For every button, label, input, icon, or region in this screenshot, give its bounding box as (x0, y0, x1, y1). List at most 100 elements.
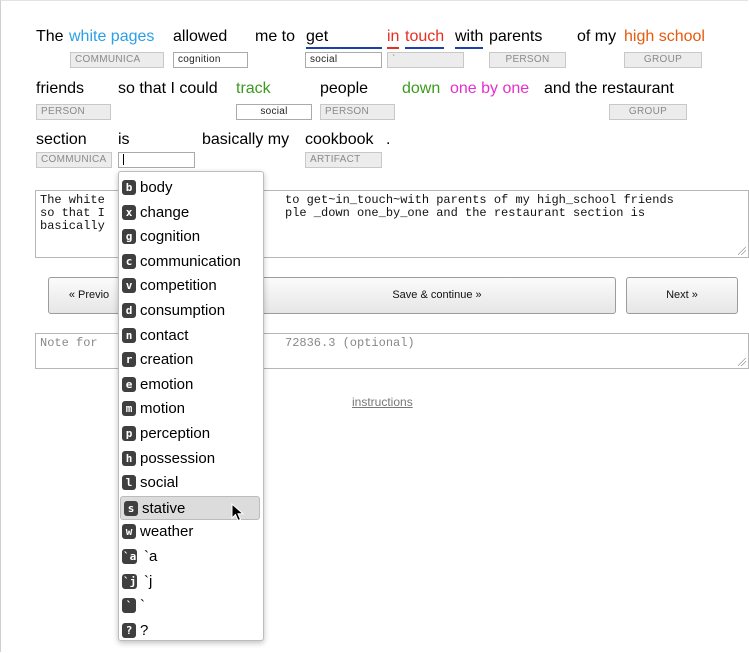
dropdown-option-label: body (140, 179, 173, 196)
dropdown-option-communication[interactable]: c communication (119, 250, 263, 274)
supersense-tag[interactable]: ` (387, 52, 464, 68)
dropdown-option-label: contact (140, 326, 189, 344)
dropdown-option-label: weather (140, 523, 194, 541)
shortcut-key-badge: ? (122, 622, 136, 638)
shortcut-key-badge: v (122, 278, 136, 294)
shortcut-key-badge: `j (122, 573, 138, 589)
word-track: track (236, 80, 271, 97)
dropdown-option-`j[interactable]: `j `j (119, 570, 263, 594)
shortcut-key-badge: r (122, 352, 136, 368)
dropdown-option-label: consumption (140, 302, 226, 319)
dropdown-option-weather[interactable]: w weather (119, 520, 263, 544)
supersense-tag[interactable]: PERSON (489, 52, 566, 68)
supersense-tag[interactable]: PERSON (36, 104, 111, 120)
word-and-the-restaurant: and the restaurant (544, 80, 674, 97)
dropdown-option-emotion[interactable]: e emotion (119, 373, 263, 397)
next-button[interactable]: Next » (626, 277, 738, 314)
word-cookbook: cookbook (305, 131, 374, 148)
shortcut-key-badge: e (122, 376, 136, 392)
shortcut-key-badge: m (122, 401, 136, 417)
shortcut-key-badge: g (122, 229, 136, 245)
shortcut-key-badge: l (122, 475, 136, 491)
instructions-link[interactable]: instructions (352, 395, 413, 409)
save-continue-button[interactable]: Save & continue » (258, 277, 616, 314)
note-placeholder-right: 72836.3 (optional) (285, 336, 415, 350)
word-get: get (306, 28, 382, 49)
supersense-input[interactable]: cognition (173, 52, 248, 68)
word-touch: touch (405, 28, 445, 49)
shortcut-key-badge: p (122, 426, 136, 441)
dropdown-option-competition[interactable]: v competition (119, 274, 263, 298)
supersense-input[interactable]: social (236, 104, 312, 120)
word-me-to: me to (255, 28, 296, 45)
shortcut-key-badge: n (122, 327, 136, 343)
dropdown-option-change[interactable]: x change (119, 201, 263, 225)
dropdown-option-label: communication (140, 252, 241, 270)
dropdown-option-label: ? (140, 621, 149, 639)
shortcut-key-badge: s (124, 500, 138, 516)
dropdown-option-label: cognition (140, 228, 201, 246)
word-one-by-one: one by one (450, 80, 530, 97)
word-white-pages: white pages (69, 28, 155, 45)
dropdown-option-label: perception (140, 425, 211, 442)
word-is: is (118, 131, 130, 148)
note-placeholder-left: Note for (40, 336, 98, 350)
dropdown-option-label: change (140, 203, 190, 221)
supersense-tag[interactable]: COMMUNICA (70, 52, 164, 68)
supersense-tag[interactable]: GROUP (624, 52, 702, 68)
supersense-tag[interactable]: PERSON (320, 104, 395, 120)
annotation-line-3a: basically (40, 219, 105, 233)
dropdown-option-label: possession (140, 449, 216, 467)
shortcut-key-badge: `a (122, 549, 138, 564)
resize-grip-icon[interactable] (738, 247, 746, 255)
dropdown-option-contact[interactable]: n contact (119, 324, 263, 348)
word-of-my: of my (577, 28, 617, 45)
dropdown-option-possession[interactable]: h possession (119, 447, 263, 471)
dropdown-option-social[interactable]: l social (119, 471, 263, 495)
supersense-input-active[interactable] (118, 152, 195, 168)
text-caret (123, 153, 124, 165)
dropdown-option-`a[interactable]: `a `a (119, 545, 263, 569)
shortcut-key-badge: d (122, 303, 136, 318)
mouse-pointer-icon (231, 503, 245, 522)
supersense-tag[interactable]: ARTIFACT (305, 152, 382, 168)
word-friends: friends (36, 80, 85, 97)
supersense-tag[interactable]: COMMUNICA (36, 152, 112, 168)
dropdown-option-label: `a (144, 548, 158, 565)
word-the: The (36, 28, 64, 45)
supersense-dropdown[interactable]: b body x change g cognition c communication v com… (118, 171, 264, 641)
supersense-tag[interactable]: GROUP (609, 104, 687, 120)
dropdown-option-label: creation (140, 351, 194, 369)
dropdown-option-?[interactable]: ?? (119, 619, 263, 643)
dropdown-option-label: motion (140, 400, 186, 418)
dropdown-option-cognition[interactable]: g cognition (119, 225, 263, 249)
word-people: people (320, 80, 369, 97)
word-basically-my: basically my (202, 131, 290, 148)
word-high-school: high school (624, 28, 705, 45)
supersense-input[interactable]: social (305, 52, 382, 68)
dropdown-option-motion[interactable]: m motion (119, 397, 263, 421)
shortcut-key-badge: c (122, 253, 136, 269)
dropdown-option-label: emotion (140, 375, 194, 393)
word-section: section (36, 131, 87, 148)
dropdown-option-label: social (140, 474, 179, 492)
word-in: in (387, 28, 400, 49)
dropdown-option-consumption[interactable]: d consumption (119, 299, 263, 323)
dropdown-option-label: ` (140, 597, 145, 615)
dropdown-option-creation[interactable]: r creation (119, 348, 263, 372)
shortcut-key-badge: h (122, 450, 136, 466)
dropdown-option-label: competition (140, 277, 217, 295)
dropdown-option-`[interactable]: ` ` (119, 594, 263, 618)
dropdown-option-body[interactable]: b body (119, 176, 263, 200)
dropdown-option-label: stative (142, 499, 186, 517)
annotation-line-2b: ple _down one_by_one and the restaurant … (285, 206, 646, 220)
dropdown-option-label: `j (144, 572, 153, 590)
shortcut-key-badge: ` (122, 598, 136, 614)
word-down: down (402, 80, 441, 97)
resize-grip-icon[interactable] (738, 358, 746, 366)
word-allowed: allowed (173, 28, 228, 45)
word-parents: parents (489, 28, 543, 45)
dropdown-option-perception[interactable]: p perception (119, 422, 263, 446)
shortcut-key-badge: w (122, 524, 136, 540)
word-period: . (386, 131, 391, 148)
